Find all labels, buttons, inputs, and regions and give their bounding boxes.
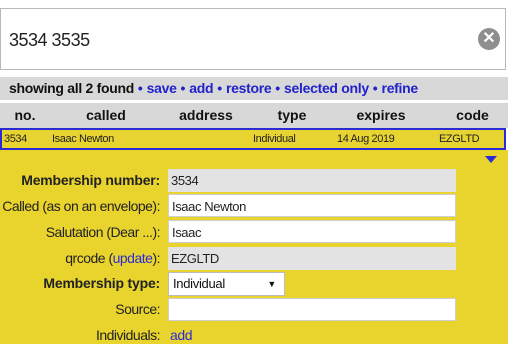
dropdown-arrow-icon: ▼ <box>267 279 276 289</box>
cell-expires: 14 Aug 2019 <box>337 133 395 145</box>
restore-link[interactable]: restore <box>226 80 272 96</box>
table-header: no. called address type expires code <box>0 103 508 128</box>
column-header-no[interactable]: no. <box>10 103 40 128</box>
column-header-called[interactable]: called <box>75 103 137 128</box>
called-input[interactable]: Isaac Newton <box>168 194 456 217</box>
separator: • <box>180 80 186 96</box>
collapse-triangle-icon[interactable] <box>485 156 497 163</box>
save-link[interactable]: save <box>147 80 177 96</box>
qrcode-update-link[interactable]: update <box>113 250 153 266</box>
add-link[interactable]: add <box>189 80 213 96</box>
selected-only-link[interactable]: selected only <box>284 80 369 96</box>
qrcode-label-suffix: ): <box>152 250 160 266</box>
add-individual-link[interactable]: add <box>170 327 193 343</box>
cell-type: Individual <box>253 133 296 145</box>
results-count: showing all 2 found <box>9 80 134 96</box>
cell-code: EZGLTD <box>439 133 480 145</box>
refine-link[interactable]: refine <box>382 80 419 96</box>
source-label: Source: <box>115 301 160 317</box>
separator: • <box>275 80 281 96</box>
source-input[interactable] <box>168 298 456 321</box>
separator: • <box>137 80 143 96</box>
search-input[interactable] <box>9 27 449 53</box>
separator: • <box>372 80 378 96</box>
clear-search-icon[interactable]: ✕ <box>478 28 500 50</box>
qrcode-value: EZGLTD <box>168 247 456 270</box>
membership-type-value: Individual <box>173 276 225 291</box>
column-header-code[interactable]: code <box>445 103 500 128</box>
results-summary-bar: showing all 2 found • save • add • resto… <box>0 77 508 100</box>
salutation-input[interactable]: Isaac <box>168 220 456 243</box>
column-header-address[interactable]: address <box>175 103 237 128</box>
salutation-label: Salutation (Dear ...): <box>45 224 161 240</box>
cell-no: 3534 <box>4 133 27 145</box>
called-label: Called (as on an envelope): <box>2 198 160 214</box>
member-detail-panel: Membership number: 3534 Called (as on an… <box>0 150 508 344</box>
column-header-expires[interactable]: expires <box>346 103 416 128</box>
membership-type-select[interactable]: Individual ▼ <box>168 272 285 296</box>
individuals-label: Individuals: <box>95 327 161 343</box>
membership-type-label: Membership type: <box>43 275 160 291</box>
qrcode-label-prefix: qrcode ( <box>65 250 113 266</box>
column-header-type[interactable]: type <box>262 103 322 128</box>
table-row[interactable]: 3534 Isaac Newton Individual 14 Aug 2019… <box>0 128 506 150</box>
search-box: ✕ <box>0 8 506 70</box>
qrcode-label: qrcode (update): <box>65 250 160 266</box>
membership-number-value: 3534 <box>168 169 456 192</box>
cell-called: Isaac Newton <box>52 133 114 145</box>
membership-number-label: Membership number: <box>21 172 160 188</box>
separator: • <box>217 80 223 96</box>
